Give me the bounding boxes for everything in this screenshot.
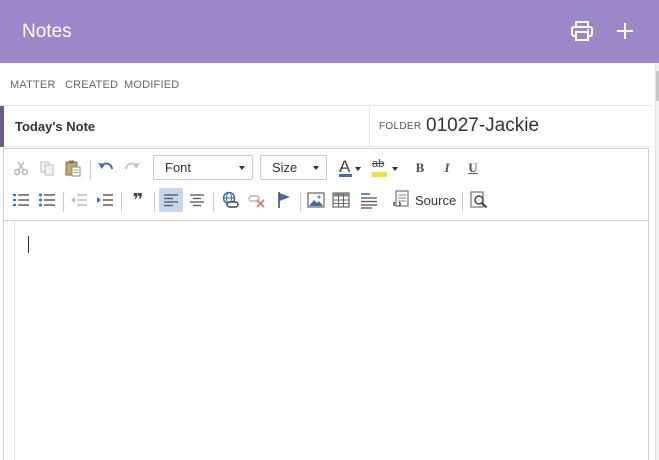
note-title[interactable]: Today's Note	[15, 119, 95, 134]
redo-icon	[125, 162, 140, 170]
outdent-icon	[71, 194, 87, 206]
page-title: Notes	[22, 21, 72, 42]
toolbar-separator	[121, 192, 122, 212]
numbered-list-button[interactable]	[10, 189, 32, 211]
indent-icon	[97, 194, 113, 206]
scissors-icon	[13, 161, 29, 176]
note-accent-bar	[0, 106, 4, 147]
toolbar-separator	[462, 192, 463, 212]
underline-label: U	[468, 160, 478, 175]
add-note-button[interactable]	[610, 16, 640, 46]
italic-label: I	[444, 160, 450, 175]
table-icon	[332, 192, 350, 208]
bold-button[interactable]: B	[409, 157, 431, 179]
bullet-list-icon	[39, 193, 55, 207]
paste-button[interactable]	[62, 157, 84, 179]
decrease-indent-button[interactable]	[68, 189, 90, 211]
image-icon	[307, 192, 325, 208]
insert-image-button[interactable]	[305, 189, 327, 211]
app-header: Notes	[0, 0, 659, 63]
print-button[interactable]	[567, 16, 597, 46]
matter-label[interactable]: MATTER	[10, 79, 56, 91]
row-divider	[369, 106, 370, 147]
preview-button[interactable]	[468, 189, 490, 211]
bullet-list-button[interactable]	[36, 189, 58, 211]
align-left-icon	[164, 194, 178, 207]
plus-icon	[617, 23, 633, 39]
bold-label: B	[415, 160, 425, 175]
note-meta-row: MATTER CREATED MODIFIED	[0, 63, 652, 106]
blockquote-button[interactable]: ❞	[127, 189, 149, 211]
insert-link-button[interactable]	[219, 189, 241, 211]
text-cursor	[28, 236, 29, 253]
insert-table-button[interactable]	[330, 189, 352, 211]
chevron-down-icon	[313, 166, 319, 170]
remove-link-button[interactable]	[246, 189, 268, 211]
line-height-button[interactable]	[358, 189, 380, 211]
source-label: Source	[415, 193, 457, 208]
highlight-sample-text: ab	[372, 158, 385, 170]
toolbar-separator	[213, 192, 214, 212]
preview-magnifier-icon	[470, 191, 488, 209]
link-icon	[222, 191, 239, 208]
created-label[interactable]: CREATED	[65, 79, 118, 91]
redo-button[interactable]	[121, 157, 143, 179]
toolbar-separator	[63, 192, 64, 212]
copy-icon	[40, 161, 54, 176]
highlight-color-button[interactable]: ab	[369, 157, 399, 179]
editor-content-area[interactable]	[14, 221, 648, 460]
note-title-row: Today's Note FOLDER 01027-Jackie	[0, 106, 652, 147]
toolbar-separator	[154, 192, 155, 212]
font-color-icon: A	[337, 157, 361, 178]
folder-label: FOLDER	[379, 121, 422, 132]
undo-icon	[98, 162, 113, 170]
font-color-button[interactable]: A	[336, 157, 362, 179]
numbered-list-icon	[13, 194, 29, 206]
font-select-label: Font	[165, 160, 192, 175]
editor-toolbar: Font Size A ab B I U ❞ Source	[4, 149, 648, 221]
undo-button[interactable]	[95, 157, 117, 179]
quote-icon: ❞	[132, 190, 144, 210]
page-scrollbar[interactable]	[655, 63, 659, 460]
font-select[interactable]: Font	[153, 155, 253, 180]
printer-icon	[571, 21, 593, 41]
align-center-button[interactable]	[186, 189, 208, 211]
toolbar-separator	[300, 192, 301, 212]
italic-button[interactable]: I	[436, 157, 458, 179]
size-select-label: Size	[272, 160, 298, 175]
align-left-button[interactable]	[159, 188, 183, 212]
flag-icon	[278, 192, 290, 208]
rich-text-editor: Font Size A ab B I U ❞ Source	[3, 148, 649, 460]
size-select[interactable]: Size	[260, 155, 327, 180]
increase-indent-button[interactable]	[94, 189, 116, 211]
unlink-icon	[248, 195, 265, 208]
anchor-button[interactable]	[273, 189, 295, 211]
chevron-down-icon	[239, 166, 245, 170]
cut-button[interactable]	[10, 157, 32, 179]
copy-button[interactable]	[36, 157, 58, 179]
align-center-icon	[190, 194, 204, 207]
toolbar-separator	[90, 160, 91, 180]
highlighter-icon: ab	[370, 158, 398, 178]
folder-value[interactable]: 01027-Jackie	[426, 115, 539, 137]
clipboard-icon	[65, 160, 81, 177]
source-button[interactable]: Source	[391, 189, 459, 211]
source-code-icon	[393, 190, 409, 207]
line-spacing-icon	[361, 193, 377, 209]
modified-label[interactable]: MODIFIED	[124, 79, 179, 91]
underline-button[interactable]: U	[462, 157, 484, 179]
